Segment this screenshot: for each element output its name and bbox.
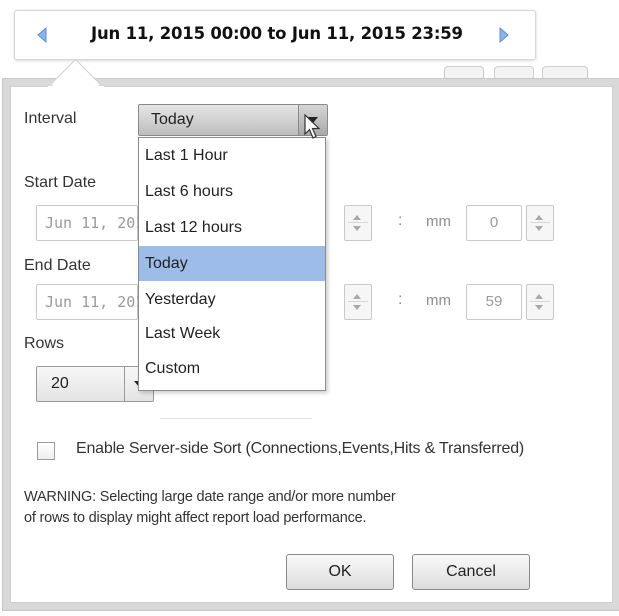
time-separator: : — [398, 291, 403, 308]
warning-line: of rows to display might affect report l… — [24, 510, 367, 526]
dropdown-item-last-12-hours[interactable]: Last 12 hours — [139, 210, 325, 245]
decrement-icon[interactable] — [535, 226, 543, 231]
interval-label: Interval — [24, 110, 77, 127]
increment-icon[interactable] — [353, 215, 361, 220]
date-range-header: Jun 11, 2015 00:00 to Jun 11, 2015 23:59 — [14, 10, 536, 60]
end-hour-stepper[interactable] — [344, 284, 372, 320]
increment-icon[interactable] — [535, 294, 543, 299]
dropdown-item-last-6-hours[interactable]: Last 6 hours — [139, 174, 325, 209]
dropdown-item-yesterday[interactable]: Yesterday — [139, 282, 325, 317]
rows-label: Rows — [24, 335, 65, 352]
start-date-label: Start Date — [24, 174, 97, 191]
mouse-pointer-icon — [304, 114, 321, 139]
date-range-text: Jun 11, 2015 00:00 to Jun 11, 2015 23:59 — [91, 24, 463, 43]
server-side-sort-label[interactable]: Enable Server-side Sort (Connections,Eve… — [76, 440, 524, 458]
warning-line: WARNING: Selecting large date range and/… — [24, 489, 396, 505]
rows-select-value: 20 — [51, 375, 69, 392]
decrement-icon[interactable] — [535, 305, 543, 310]
toolbar-button — [542, 66, 588, 87]
start-date-input[interactable]: Jun 11, 201 — [36, 205, 144, 241]
increment-icon[interactable] — [535, 215, 543, 220]
next-range-icon[interactable] — [497, 26, 511, 44]
end-minute-input[interactable]: 59 — [466, 284, 522, 320]
end-minute-stepper[interactable] — [526, 284, 554, 320]
dropdown-item-last-week[interactable]: Last Week — [139, 316, 325, 351]
interval-select-value: Today — [151, 111, 194, 128]
start-minute-input[interactable]: 0 — [466, 205, 522, 241]
interval-dropdown-list: Last 1 Hour Last 6 hours Last 12 hours T… — [138, 137, 326, 391]
toolbar-button — [444, 66, 484, 87]
end-date-input[interactable]: Jun 11, 201 — [36, 284, 144, 320]
previous-range-icon[interactable] — [35, 26, 49, 44]
ok-button[interactable]: OK — [286, 554, 394, 590]
divider — [160, 418, 312, 419]
end-date-label: End Date — [24, 257, 91, 274]
end-minute-label: mm — [426, 292, 451, 309]
start-minute-label: mm — [426, 213, 451, 230]
start-minute-stepper[interactable] — [526, 205, 554, 241]
decrement-icon[interactable] — [353, 305, 361, 310]
increment-icon[interactable] — [353, 294, 361, 299]
dropdown-item-custom[interactable]: Custom — [139, 351, 325, 386]
dropdown-item-today[interactable]: Today — [139, 246, 325, 281]
dropdown-item-last-1-hour[interactable]: Last 1 Hour — [139, 138, 325, 173]
rows-select[interactable]: 20 — [36, 366, 154, 402]
cancel-button[interactable]: Cancel — [412, 554, 530, 590]
toolbar-button — [494, 66, 534, 87]
server-side-sort-checkbox[interactable] — [37, 442, 55, 460]
start-hour-stepper[interactable] — [344, 205, 372, 241]
time-separator: : — [398, 212, 403, 229]
interval-select[interactable]: Today — [138, 104, 328, 136]
decrement-icon[interactable] — [353, 226, 361, 231]
performance-warning: WARNING: Selecting large date range and/… — [24, 487, 584, 529]
